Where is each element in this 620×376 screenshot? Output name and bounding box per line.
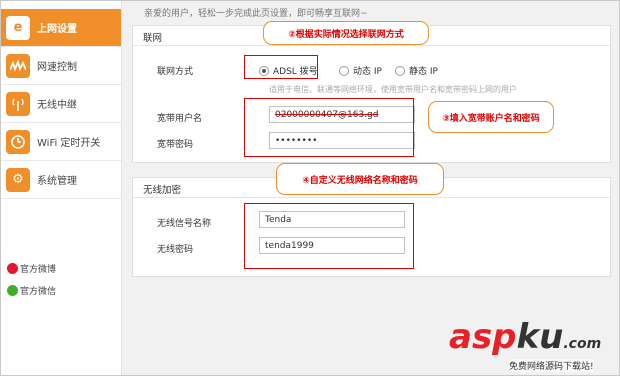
highlight-wireless-settings <box>244 203 414 269</box>
network-section-title: 联网 <box>143 33 163 44</box>
sidebar-item-system-management[interactable]: ⚙ 系统管理 <box>1 161 121 199</box>
divider <box>133 45 610 46</box>
weibo-icon <box>7 263 18 274</box>
watermark-caption: 免费网络源码下载站! <box>509 359 594 372</box>
callout-step4: ④自定义无线网络名称和密码 <box>276 163 444 195</box>
official-weibo-link[interactable]: 官方微博 <box>7 262 56 275</box>
highlight-broadband-credentials <box>244 98 414 157</box>
sidebar-item-wifi-timer[interactable]: WiFi 定时开关 <box>1 123 121 161</box>
gear-icon: ⚙ <box>6 167 30 192</box>
wireless-section-title: 无线加密 <box>143 185 182 196</box>
wechat-icon <box>7 285 18 296</box>
sidebar-item-internet-settings[interactable]: e 上网设置 <box>1 9 121 47</box>
aspku-watermark-logo: aspku.com <box>449 317 602 357</box>
sidebar-item-speed-control[interactable]: 网速控制 <box>1 47 121 85</box>
official-wechat-link[interactable]: 官方微信 <box>7 284 56 297</box>
connection-hint: 适用于电信、联通等网络环境，使用宽带用户名和宽带密码上网的用户 <box>269 85 517 94</box>
welcome-text: 亲爱的用户，轻松一步完成此页设置，即可畅享互联网~ <box>144 9 368 19</box>
radio-dynamic-ip[interactable]: 动态 IP <box>339 64 382 77</box>
sidebar-item-wireless-relay[interactable]: 无线中继 <box>1 85 121 123</box>
radio-dot <box>339 65 349 76</box>
speed-wave-icon <box>6 53 30 78</box>
router-settings-window: e 上网设置 网速控制 无线中继 WiFi 定时开关 ⚙ 系统管理 官方微博 官… <box>0 0 620 376</box>
connection-type-label: 联网方式 <box>157 67 194 77</box>
wifi-clock-icon <box>6 129 30 154</box>
username-label: 宽带用户名 <box>157 114 203 124</box>
sidebar: e 上网设置 网速控制 无线中继 WiFi 定时开关 ⚙ 系统管理 官方微博 官… <box>1 1 122 375</box>
e-globe-icon: e <box>6 15 30 40</box>
callout-step3: ③填入宽带账户名和密码 <box>428 101 554 133</box>
ssid-label: 无线信号名称 <box>157 219 212 229</box>
divider <box>133 197 610 198</box>
highlight-connection-type <box>244 55 318 79</box>
callout-step2: ②根据实际情况选择联网方式 <box>263 21 429 45</box>
wifi-password-label: 无线密码 <box>157 245 194 255</box>
password-label: 宽带密码 <box>157 140 194 150</box>
radio-static-ip[interactable]: 静态 IP <box>395 64 438 77</box>
radio-dot <box>395 65 405 76</box>
relay-antenna-icon <box>6 91 30 116</box>
